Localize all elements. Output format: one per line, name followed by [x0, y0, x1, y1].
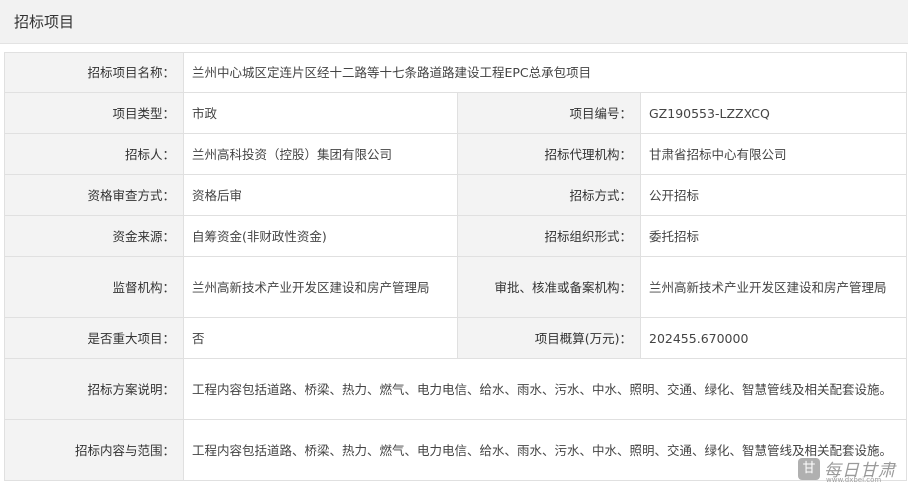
table-row: 招标人： 兰州高科投资（控股）集团有限公司 招标代理机构： 甘肃省招标中心有限公… [4, 133, 908, 175]
supervisor-value: 兰州高新技术产业开发区建设和房产管理局 [183, 256, 458, 318]
qualification-value: 资格后审 [183, 174, 458, 216]
project-name-value: 兰州中心城区定连片区经十二路等十七条路道路建设工程EPC总承包项目 [182, 52, 908, 93]
organization-value: 委托招标 [639, 215, 908, 257]
panel-header: 招标项目 [0, 0, 908, 44]
project-number-value: GZ190553-LZZXCQ [639, 92, 908, 134]
watermark-logo-icon: 甘 [798, 458, 820, 480]
table-row: 招标内容与范围： 工程内容包括道路、桥梁、热力、燃气、电力电信、给水、雨水、污水… [4, 419, 908, 481]
panel-title: 招标项目 [14, 13, 75, 31]
agency-label: 招标代理机构： [457, 133, 641, 175]
major-label: 是否重大项目： [4, 317, 184, 359]
project-type-value: 市政 [183, 92, 458, 134]
site-watermark: 甘 每日甘肃 www.dxbei.com [798, 456, 902, 486]
project-type-label: 项目类型： [4, 92, 184, 134]
method-label: 招标方式： [457, 174, 641, 216]
table-row: 招标方案说明： 工程内容包括道路、桥梁、热力、燃气、电力电信、给水、雨水、污水、… [4, 358, 908, 420]
qualification-label: 资格审查方式： [4, 174, 184, 216]
table-row: 监督机构： 兰州高新技术产业开发区建设和房产管理局 审批、核准或备案机构： 兰州… [4, 256, 908, 318]
table-row: 招标项目名称： 兰州中心城区定连片区经十二路等十七条路道路建设工程EPC总承包项… [4, 52, 908, 93]
tenderer-label: 招标人： [4, 133, 184, 175]
agency-value: 甘肃省招标中心有限公司 [639, 133, 908, 175]
watermark-url: www.dxbei.com [826, 476, 882, 484]
funding-value: 自筹资金(非财政性资金) [183, 215, 458, 257]
major-value: 否 [183, 317, 458, 359]
project-number-label: 项目编号： [457, 92, 641, 134]
table-row: 资金来源： 自筹资金(非财政性资金) 招标组织形式： 委托招标 [4, 215, 908, 257]
budget-label: 项目概算(万元)： [457, 317, 641, 359]
method-value: 公开招标 [639, 174, 908, 216]
table-row: 是否重大项目： 否 项目概算(万元)： 202455.670000 [4, 317, 908, 359]
funding-label: 资金来源： [4, 215, 184, 257]
supervisor-label: 监督机构： [4, 256, 184, 318]
scope-label: 招标内容与范围： [4, 419, 184, 481]
table-row: 项目类型： 市政 项目编号： GZ190553-LZZXCQ [4, 92, 908, 134]
budget-value: 202455.670000 [639, 317, 908, 359]
tenderer-value: 兰州高科投资（控股）集团有限公司 [183, 133, 458, 175]
plan-label: 招标方案说明： [4, 358, 184, 420]
organization-label: 招标组织形式： [457, 215, 641, 257]
project-name-label: 招标项目名称： [4, 52, 184, 93]
approval-label: 审批、核准或备案机构： [457, 256, 641, 318]
table-row: 资格审查方式： 资格后审 招标方式： 公开招标 [4, 174, 908, 216]
plan-value: 工程内容包括道路、桥梁、热力、燃气、电力电信、给水、雨水、污水、中水、照明、交通… [182, 358, 908, 420]
tender-info-table: 招标项目名称： 兰州中心城区定连片区经十二路等十七条路道路建设工程EPC总承包项… [4, 52, 908, 481]
approval-value: 兰州高新技术产业开发区建设和房产管理局 [639, 256, 908, 318]
